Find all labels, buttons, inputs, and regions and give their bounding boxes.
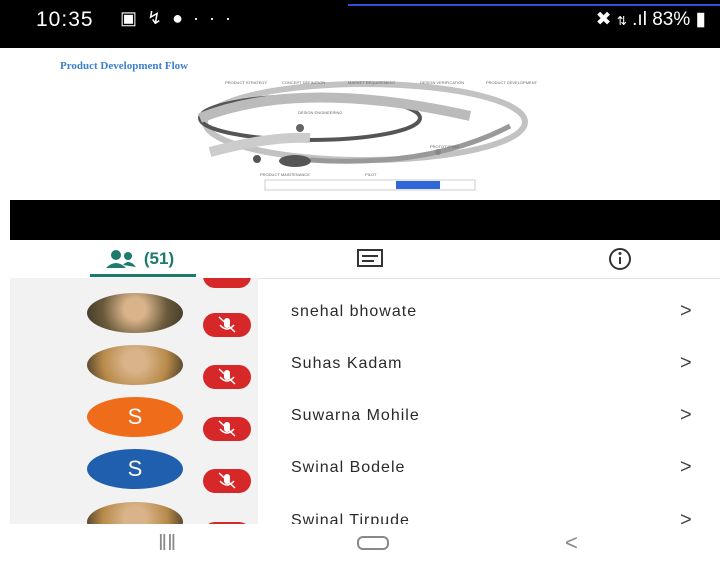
participant-row[interactable]: Suhas Kadam > [10,339,720,391]
muted-mic-icon [203,417,251,441]
participant-name: Swinal Tirpude [291,512,410,524]
participant-row[interactable]: S Swinal Bodele > [10,443,720,495]
chevron-right-icon[interactable]: > [680,456,692,479]
chevron-right-icon[interactable]: > [680,352,692,375]
chevron-right-icon[interactable]: > [680,509,692,524]
participant-name: snehal bhowate [291,303,418,320]
participant-row[interactable]: snehal bhowate > [10,287,720,339]
participant-row[interactable]: S Suwarna Mohile > [10,391,720,443]
system-nav-bar: ‖‖ < [0,524,720,561]
back-icon[interactable]: < [565,530,578,556]
avatar [87,345,183,385]
avatar [87,502,183,524]
chevron-right-icon[interactable]: > [680,404,692,427]
muted-mic-icon [203,365,251,389]
recents-icon[interactable]: ‖‖ [158,530,176,556]
participant-name: Swinal Bodele [291,459,406,476]
participant-name: Suwarna Mohile [291,407,420,424]
muted-mic-icon [203,313,251,337]
home-icon[interactable] [356,535,390,551]
avatar: S [87,397,183,437]
avatar [87,293,183,333]
avatar: S [87,449,183,489]
chevron-right-icon[interactable]: > [680,300,692,323]
participant-row[interactable]: Swinal Tirpude > [10,496,720,524]
participant-list: snehal bhowate > Suhas Kadam > S Suwarna Mohi… [10,0,720,524]
participant-name: Suhas Kadam [291,355,403,372]
muted-mic-icon [203,469,251,493]
